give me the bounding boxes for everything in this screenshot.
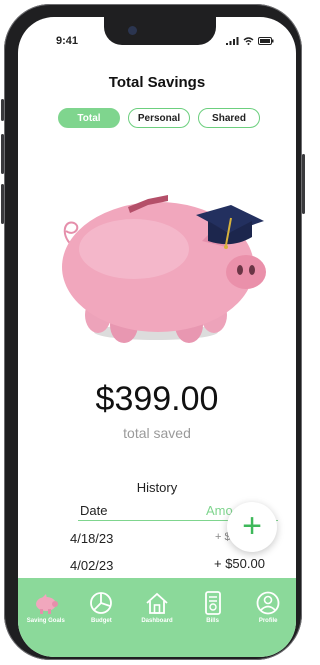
- nav-item-budget[interactable]: Budget: [75, 591, 127, 624]
- battery-icon: [258, 37, 274, 45]
- total-saved-amount: $399.00: [95, 380, 219, 418]
- app-screen: 9:41 Total Savings Total Personal Shared: [18, 17, 296, 657]
- nav-label-saving-goals: Saving Goals: [26, 618, 65, 624]
- nav-item-profile[interactable]: Profile: [242, 591, 294, 624]
- wifi-icon: [243, 37, 254, 45]
- history-row-2-date: 4/02/23: [70, 558, 114, 573]
- profile-icon: [256, 591, 280, 615]
- power-button: [302, 154, 305, 214]
- plus-icon: +: [242, 506, 262, 545]
- tab-shared[interactable]: Shared: [198, 108, 260, 128]
- history-date-header: Date: [80, 503, 108, 518]
- camera: [128, 26, 137, 35]
- history-title: History: [136, 480, 178, 495]
- history-row-2-amount: + $50.00: [214, 556, 265, 571]
- nav-item-bills[interactable]: Bills: [187, 591, 239, 624]
- mute-switch: [1, 99, 4, 121]
- piggy-bank-icon: [35, 594, 58, 614]
- history-row-1-date: 4/18/23: [70, 531, 114, 546]
- piggy-bank-illustration: [62, 195, 266, 343]
- bill-icon: [204, 591, 221, 615]
- phone-frame: 9:41 Total Savings Total Personal Shared: [1, 4, 305, 660]
- volume-up-button: [1, 134, 4, 174]
- nav-item-saving-goals[interactable]: Saving Goals: [20, 591, 72, 624]
- nav-label-budget: Budget: [91, 618, 112, 624]
- page-title: Total Savings: [108, 74, 206, 91]
- bottom-nav: Saving Goals Budget Dashboard Bills Prof…: [18, 578, 296, 657]
- pie-chart-icon: [90, 592, 113, 614]
- nav-label-dashboard: Dashboard: [141, 618, 173, 624]
- total-saved-caption: total saved: [123, 425, 191, 441]
- tab-total[interactable]: Total: [58, 108, 120, 128]
- home-icon: [146, 592, 168, 614]
- nav-label-profile: Profile: [258, 618, 278, 624]
- savings-tabs: Total Personal Shared: [58, 108, 260, 128]
- add-button[interactable]: +: [227, 502, 277, 552]
- status-icons: [226, 37, 274, 45]
- status-time: 9:41: [56, 35, 79, 47]
- volume-down-button: [1, 184, 4, 224]
- nav-item-dashboard[interactable]: Dashboard: [131, 591, 183, 624]
- signal-icon: [226, 37, 239, 45]
- nav-label-bills: Bills: [206, 618, 219, 624]
- notch: [104, 17, 216, 45]
- tab-personal[interactable]: Personal: [128, 108, 190, 128]
